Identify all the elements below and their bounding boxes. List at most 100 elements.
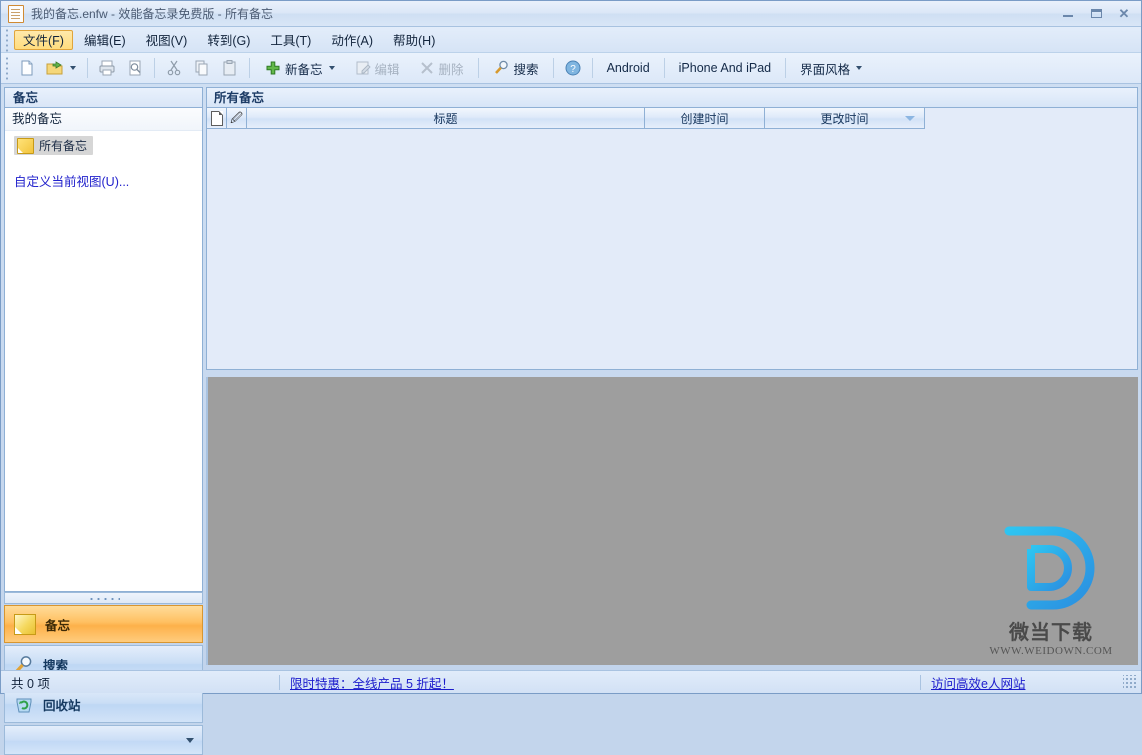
- status-bar: 共 0 项 限时特惠：全线产品 5 折起！ 访问高效e人网站: [1, 670, 1141, 693]
- sidebar-tree: 我的备忘 所有备忘 自定义当前视图(U)...: [4, 108, 203, 592]
- android-button[interactable]: Android: [598, 56, 659, 80]
- tree-item-all-notes-label: 所有备忘: [39, 139, 88, 153]
- new-file-button[interactable]: [13, 56, 41, 80]
- splitter-grip-icon: [87, 596, 120, 600]
- main-pane-header: 所有备忘: [206, 87, 1138, 108]
- open-file-button[interactable]: [41, 56, 82, 80]
- toolbar-grip-handle[interactable]: [4, 55, 11, 81]
- minimize-button[interactable]: [1055, 3, 1081, 23]
- window-controls: ✕: [1055, 3, 1137, 23]
- menu-grip-handle[interactable]: [4, 26, 11, 53]
- promo-link[interactable]: 限时特惠：全线产品 5 折起！: [290, 673, 454, 692]
- delete-button[interactable]: 删除: [409, 56, 473, 80]
- watermark-url: WWW.WEIDOWN.COM: [989, 645, 1113, 657]
- sort-descending-icon: [905, 116, 915, 121]
- sidebar-header: 备忘: [4, 87, 203, 108]
- copy-button[interactable]: [188, 56, 216, 80]
- sidebar-item-notes-label: 备忘: [45, 618, 71, 633]
- skin-style-label: 界面风格: [800, 62, 851, 77]
- resize-grip-icon[interactable]: [1123, 675, 1137, 689]
- toolbar-separator: [87, 58, 88, 78]
- watermark: 微当下载 WWW.WEIDOWN.COM: [978, 519, 1124, 657]
- print-button[interactable]: [93, 56, 121, 80]
- toolbar-separator: [663, 58, 665, 78]
- menu-tools[interactable]: 工具(T): [261, 30, 320, 50]
- edit-button[interactable]: 编辑: [345, 56, 409, 80]
- paste-button[interactable]: [216, 56, 244, 80]
- delete-x-icon: [418, 59, 436, 77]
- notes-list-column-headers: 🖉 标题 创建时间 更改时间: [207, 108, 1137, 129]
- iphone-ipad-button[interactable]: iPhone And iPad: [670, 56, 780, 80]
- site-link[interactable]: 访问高效e人网站: [931, 673, 1025, 692]
- menu-goto[interactable]: 转到(G): [198, 30, 259, 50]
- status-promo[interactable]: 限时特惠：全线产品 5 折起！: [280, 671, 920, 694]
- open-file-dropdown-caret[interactable]: [70, 66, 76, 70]
- column-header-document[interactable]: [207, 108, 227, 129]
- cut-button[interactable]: [160, 56, 188, 80]
- window-title: 我的备忘.enfw - 效能备忘录免费版 - 所有备忘: [31, 7, 274, 21]
- menu-view[interactable]: 视图(V): [137, 30, 197, 50]
- maximize-button[interactable]: [1083, 3, 1109, 23]
- toolbar-separator: [154, 58, 155, 78]
- print-preview-button[interactable]: [121, 56, 149, 80]
- menu-bar: 文件(F) 编辑(E) 视图(V) 转到(G) 工具(T) 动作(A) 帮助(H…: [1, 26, 1141, 53]
- new-note-label: 新备忘: [285, 62, 323, 77]
- tree-item-my-notes[interactable]: 我的备忘: [5, 108, 202, 131]
- help-button[interactable]: ?: [559, 56, 587, 80]
- column-header-modified-time-label: 更改时间: [820, 111, 869, 126]
- copy-icon: [193, 59, 211, 77]
- recycle-bin-icon: [14, 695, 34, 714]
- toolbar-separator: [249, 58, 250, 78]
- content-area: 备忘 我的备忘 所有备忘 自定义当前视图(U)... 备忘 搜索 回收站 所有备…: [1, 84, 1141, 755]
- menu-file[interactable]: 文件(F): [14, 29, 73, 50]
- main-pane: 所有备忘 🖉 标题 创建时间 更改时间 微当下载 WWW.WEIDOWN.COM: [206, 87, 1138, 665]
- search-icon: [493, 59, 511, 77]
- note-icon: [17, 137, 34, 154]
- note-preview-panel: 微当下载 WWW.WEIDOWN.COM: [206, 377, 1138, 665]
- status-item-count: 共 0 项: [11, 676, 50, 691]
- search-button[interactable]: 搜索: [484, 56, 548, 80]
- edit-label: 编辑: [374, 62, 400, 77]
- sidebar-item-notes[interactable]: 备忘: [4, 605, 203, 643]
- note-document-icon: [8, 4, 24, 23]
- chevron-down-icon: [186, 737, 194, 743]
- toolbar-separator: [785, 58, 787, 78]
- print-preview-icon: [126, 59, 144, 77]
- column-header-created-time[interactable]: 创建时间: [645, 108, 765, 129]
- application-window: 我的备忘.enfw - 效能备忘录免费版 - 所有备忘 ✕ 文件(F) 编辑(E…: [0, 0, 1142, 755]
- print-icon: [98, 59, 116, 77]
- menu-actions[interactable]: 动作(A): [322, 30, 382, 50]
- menu-help[interactable]: 帮助(H): [384, 30, 444, 50]
- customize-view-link[interactable]: 自定义当前视图(U)...: [14, 171, 202, 190]
- column-header-attachment[interactable]: 🖉: [227, 108, 247, 129]
- plus-icon: [264, 59, 282, 77]
- toolbar-separator: [591, 58, 593, 78]
- tree-item-all-notes[interactable]: 所有备忘: [14, 136, 94, 155]
- sidebar-splitter[interactable]: [4, 592, 203, 604]
- new-note-dropdown-caret[interactable]: [328, 66, 335, 70]
- delete-label: 删除: [438, 62, 464, 77]
- column-header-modified-time[interactable]: 更改时间: [765, 108, 925, 129]
- sidebar-nav-overflow-button[interactable]: [4, 725, 203, 755]
- sidebar-item-recycle-bin-label: 回收站: [43, 698, 81, 713]
- note-icon: [14, 613, 36, 635]
- sidebar-nav-list: 备忘 搜索 回收站: [4, 605, 203, 755]
- help-icon: ?: [564, 59, 582, 77]
- weidown-logo-icon: [1004, 526, 1095, 610]
- skin-style-button[interactable]: 界面风格: [791, 56, 872, 80]
- column-header-title[interactable]: 标题: [247, 108, 645, 129]
- menu-edit[interactable]: 编辑(E): [75, 30, 135, 50]
- skin-style-dropdown-caret[interactable]: [856, 66, 863, 70]
- new-note-button[interactable]: 新备忘: [255, 56, 345, 80]
- svg-text:?: ?: [570, 64, 576, 75]
- title-bar: 我的备忘.enfw - 效能备忘录免费版 - 所有备忘 ✕: [1, 1, 1141, 27]
- document-column-icon: [210, 110, 223, 126]
- search-label: 搜索: [513, 62, 539, 77]
- new-document-icon: [18, 59, 36, 77]
- paste-icon: [221, 59, 239, 77]
- notes-list: 🖉 标题 创建时间 更改时间: [206, 108, 1138, 370]
- notes-list-body[interactable]: [207, 129, 1137, 369]
- attachment-column-icon: 🖉: [230, 111, 243, 125]
- status-site[interactable]: 访问高效e人网站: [921, 671, 1035, 694]
- close-button[interactable]: ✕: [1111, 3, 1137, 23]
